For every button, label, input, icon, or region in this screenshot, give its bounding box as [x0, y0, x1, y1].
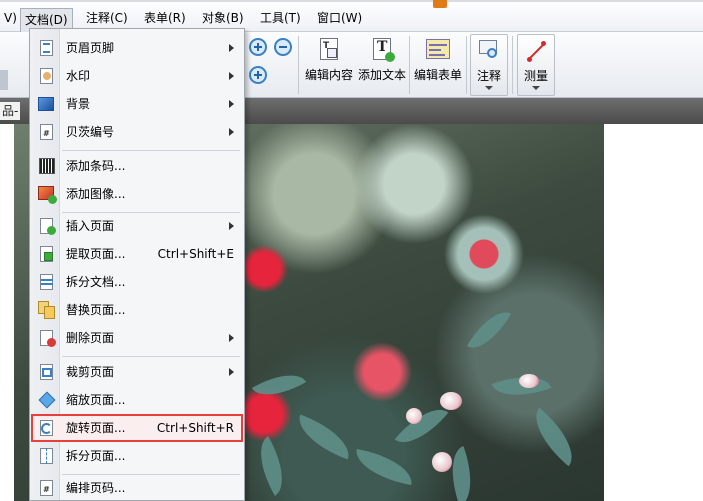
menu-item-header-footer[interactable]: 页眉页脚 — [32, 35, 242, 61]
zoom-out-icon[interactable] — [274, 38, 292, 56]
comment-icon — [475, 37, 503, 65]
chevron-down-icon — [485, 86, 493, 90]
menu-item-insert-page[interactable]: 插入页面 — [32, 213, 242, 239]
extract-page-icon — [38, 245, 56, 263]
menu-item-add-image[interactable]: 添加图像... — [32, 181, 242, 207]
app-badge-icon — [433, 0, 447, 8]
zoom-fit-icon[interactable] — [249, 66, 267, 84]
measure-dropdown-button[interactable]: 测量 — [517, 34, 555, 96]
delete-page-icon — [38, 329, 56, 347]
menu-item-split-page[interactable]: 拆分页面... — [32, 443, 242, 469]
header-footer-icon — [38, 39, 56, 57]
edit-form-label: 编辑表单 — [413, 68, 462, 82]
submenu-arrow-icon — [229, 72, 234, 80]
toolbar-left-icon[interactable] — [0, 70, 8, 90]
add-text-icon: T — [368, 36, 396, 64]
toolbar-separator — [512, 36, 513, 94]
measure-label: 测量 — [523, 69, 548, 83]
menu-view[interactable]: V) — [0, 9, 21, 27]
submenu-arrow-icon — [229, 128, 234, 136]
replace-page-icon — [38, 301, 56, 319]
add-text-label: 添加文本 — [357, 68, 406, 82]
menu-item-crop-page[interactable]: 裁剪页面 — [32, 359, 242, 385]
title-strip — [0, 0, 703, 2]
background-icon — [38, 95, 56, 113]
menu-item-watermark[interactable]: 水印 — [32, 63, 242, 89]
menu-tools[interactable]: 工具(T) — [256, 9, 305, 27]
menu-item-split-document[interactable]: 拆分文档... — [32, 269, 242, 295]
menu-item-extract-page[interactable]: 提取页面... Ctrl+Shift+E — [32, 241, 242, 267]
menu-item-replace-page[interactable]: 替换页面... — [32, 297, 242, 323]
menu-item-bates-numbering[interactable]: # 贝茨编号 — [32, 119, 242, 145]
menu-item-scale-page[interactable]: 缩放页面... — [32, 387, 242, 413]
edit-form-icon — [424, 36, 452, 64]
menu-object[interactable]: 对象(B) — [198, 9, 248, 27]
chevron-down-icon — [532, 86, 540, 90]
barcode-icon — [38, 157, 56, 175]
watermark-icon — [38, 67, 56, 85]
menu-separator — [62, 150, 240, 151]
bates-numbering-icon: # — [38, 123, 56, 141]
menu-item-background[interactable]: 背景 — [32, 91, 242, 117]
submenu-arrow-icon — [229, 100, 234, 108]
menu-separator — [62, 356, 240, 357]
submenu-arrow-icon — [229, 222, 234, 230]
crop-page-icon — [38, 363, 56, 381]
comment-label: 注释 — [476, 69, 501, 83]
add-text-button[interactable]: T 添加文本 — [357, 34, 407, 96]
menu-form[interactable]: 表单(R) — [140, 9, 190, 27]
toolbar-separator — [409, 36, 410, 94]
menu-comment[interactable]: 注释(C) — [82, 9, 132, 27]
zoom-in-icon[interactable] — [249, 38, 267, 56]
submenu-arrow-icon — [229, 334, 234, 342]
menu-item-delete-page[interactable]: 删除页面 — [32, 325, 242, 351]
submenu-arrow-icon — [229, 44, 234, 52]
split-document-icon — [38, 273, 56, 291]
measure-icon — [522, 37, 550, 65]
submenu-arrow-icon — [229, 368, 234, 376]
edit-content-label: 编辑内容 — [304, 68, 353, 82]
rotate-page-icon — [38, 419, 56, 437]
insert-page-icon — [38, 217, 56, 235]
toolbar-separator — [466, 36, 467, 94]
edit-content-button[interactable]: T 编辑内容 — [303, 34, 355, 96]
toolbar-separator — [298, 36, 299, 94]
edit-form-button[interactable]: 编辑表单 — [413, 34, 463, 96]
menu-item-page-numbering[interactable]: # 编排页码... — [32, 475, 242, 501]
page-numbering-icon: # — [38, 479, 56, 497]
edit-content-icon: T — [315, 36, 343, 64]
comment-dropdown-button[interactable]: 注释 — [470, 34, 508, 96]
menu-window[interactable]: 窗口(W) — [313, 9, 366, 27]
document-menu-dropdown: 页眉页脚 水印 背景 # 贝茨编号 添加条码... 添加图像... 插入页面 提… — [29, 28, 245, 501]
add-image-icon — [38, 185, 57, 204]
scale-page-icon — [38, 391, 56, 409]
menu-item-add-barcode[interactable]: 添加条码... — [32, 153, 242, 179]
menu-item-rotate-page[interactable]: 旋转页面... Ctrl+Shift+R — [31, 414, 243, 442]
document-tab[interactable]: 品- — [0, 102, 21, 120]
split-page-icon — [38, 447, 56, 465]
